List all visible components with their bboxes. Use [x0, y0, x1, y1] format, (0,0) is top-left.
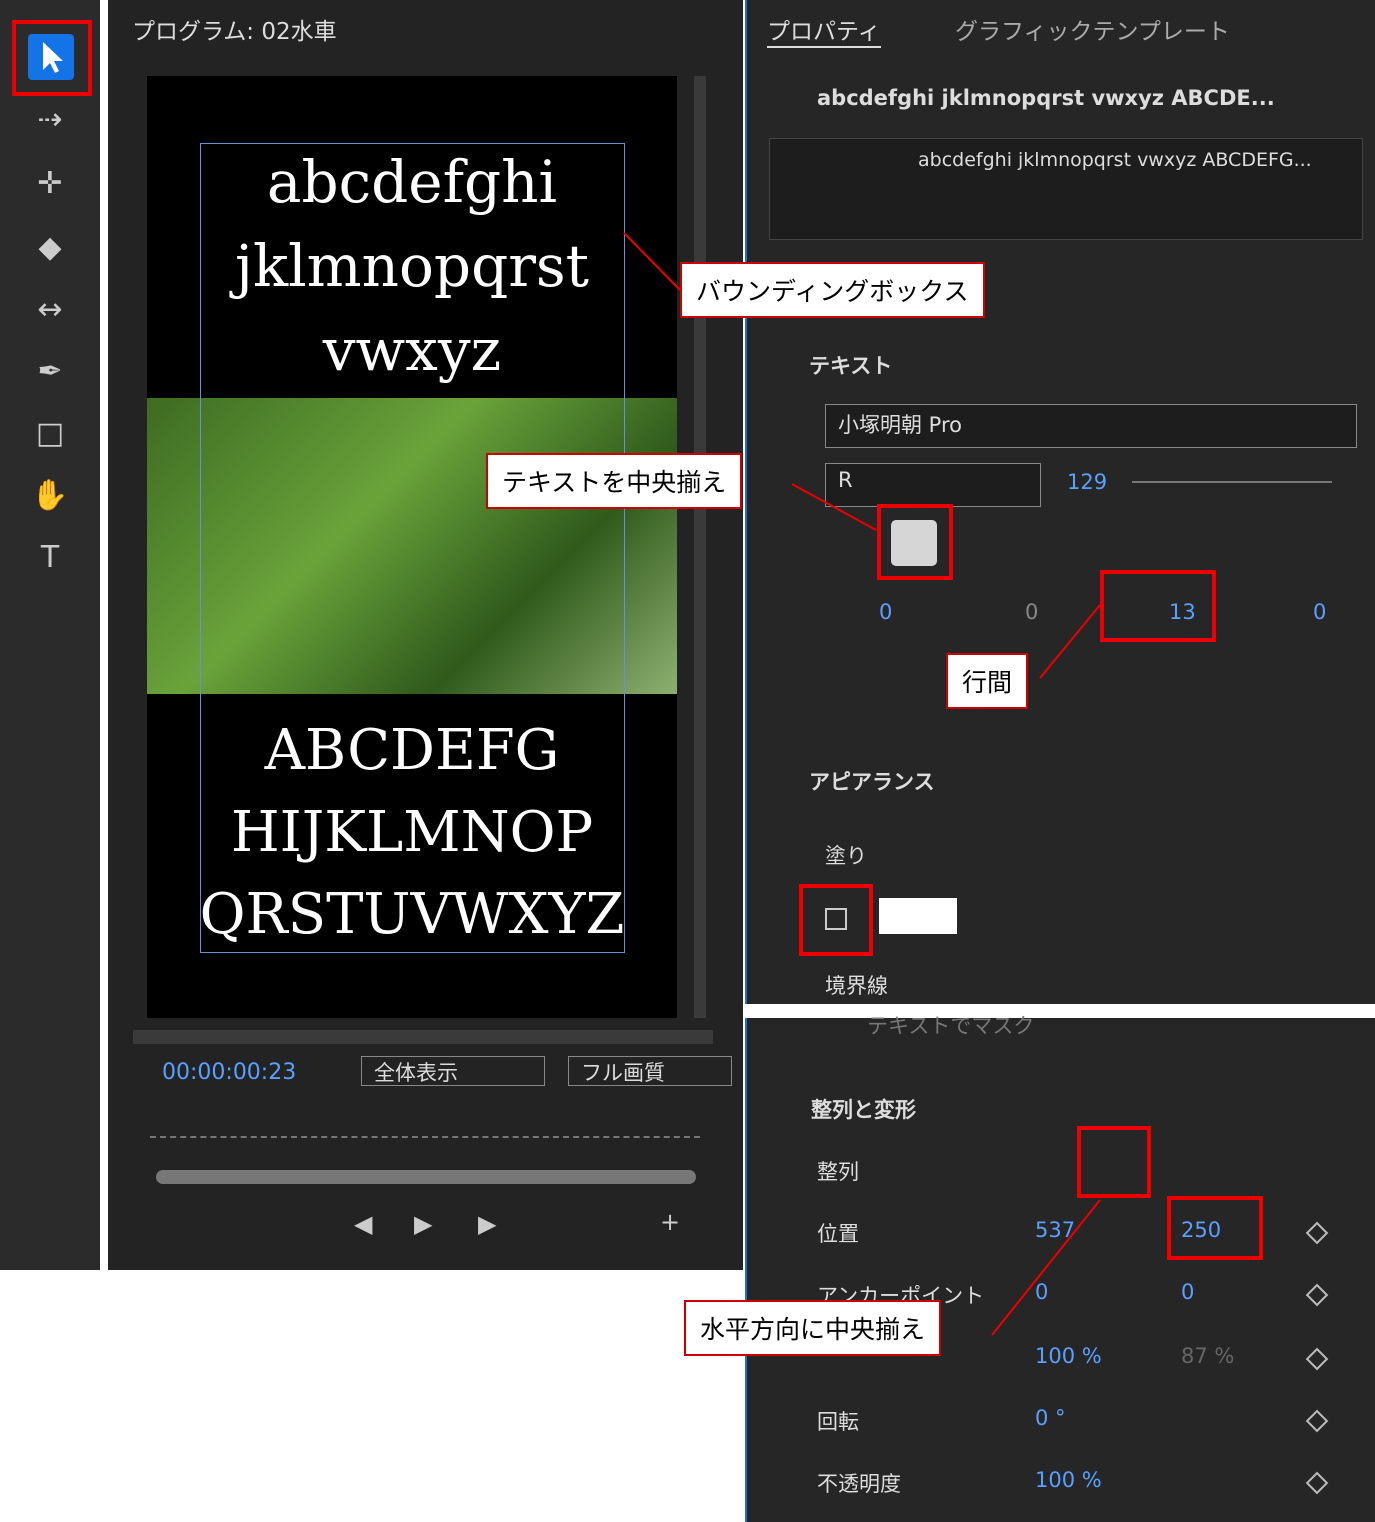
callout-bounding-box: バウンディングボックス: [680, 262, 985, 318]
callout-arrows: [623, 232, 1101, 1336]
callout-horizontal-center: 水平方向に中央揃え: [684, 1300, 942, 1356]
callout-center-text: テキストを中央揃え: [486, 453, 743, 509]
callout-leading: 行間: [946, 653, 1029, 709]
